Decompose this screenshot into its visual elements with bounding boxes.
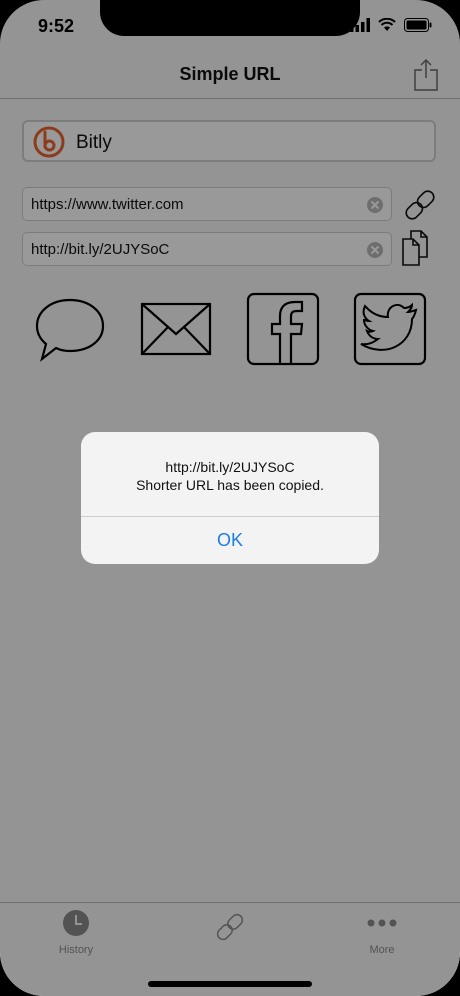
home-indicator[interactable] xyxy=(148,981,312,987)
alert-url: http://bit.ly/2UJYSoC xyxy=(165,459,295,475)
alert-message: http://bit.ly/2UJYSoC Shorter URL has be… xyxy=(81,458,379,494)
alert-text: Shorter URL has been copied. xyxy=(136,477,324,493)
copied-alert: http://bit.ly/2UJYSoC Shorter URL has be… xyxy=(81,432,379,564)
ok-button[interactable]: OK xyxy=(81,516,379,564)
app-screen: 9:52 Simple URL Bitly https://www.twitte… xyxy=(0,0,460,996)
